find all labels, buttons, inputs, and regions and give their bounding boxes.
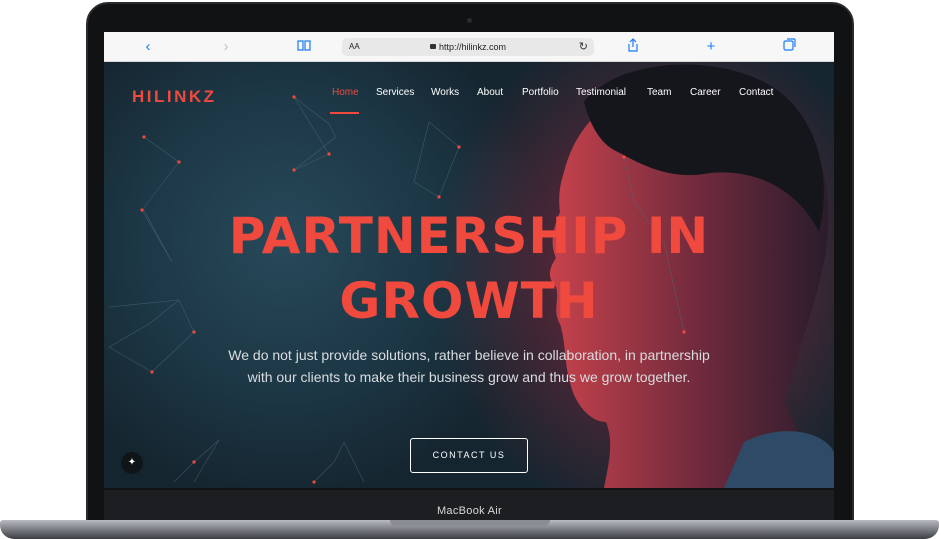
camera-icon (467, 18, 472, 23)
nav-works[interactable]: Works (431, 87, 459, 98)
hero-subtext: We do not just provide solutions, rather… (228, 347, 710, 385)
hero-headline-line2: GROWTH (339, 272, 599, 330)
browser-toolbar: ‹ › AA http://hilinkz.com ↻ + (104, 32, 834, 62)
accessibility-icon[interactable]: ✦ (121, 452, 143, 474)
active-nav-indicator (330, 112, 359, 114)
nav-services[interactable]: Services (376, 87, 414, 98)
nav-contact[interactable]: Contact (739, 87, 773, 98)
hero-section: HILINKZ Home Services Works About Portfo… (104, 62, 834, 488)
nav-portfolio[interactable]: Portfolio (522, 87, 559, 98)
plus-icon[interactable]: + (702, 38, 720, 56)
model-label: MacBook Air (436, 505, 503, 517)
laptop-notch (390, 520, 550, 526)
nav-testimonial[interactable]: Testimonial (576, 87, 626, 98)
back-icon[interactable]: ‹ (139, 38, 157, 56)
url-text: http://hilinkz.com (439, 42, 507, 52)
hero-headline-line1: PARTNERSHIP IN (228, 207, 710, 265)
nav-career[interactable]: Career (690, 87, 721, 98)
nav-team[interactable]: Team (647, 87, 671, 98)
contact-us-button[interactable]: CONTACT US (410, 438, 528, 473)
reload-icon[interactable]: ↻ (579, 40, 588, 53)
text-size-button[interactable]: AA (349, 42, 360, 51)
lock-icon (430, 44, 436, 49)
forward-icon[interactable]: › (217, 38, 235, 56)
address-bar[interactable]: AA http://hilinkz.com ↻ (342, 38, 594, 56)
site-logo[interactable]: HILINKZ (132, 87, 217, 107)
nav-about[interactable]: About (477, 87, 503, 98)
book-icon[interactable] (295, 38, 313, 56)
tabs-icon[interactable] (780, 38, 798, 56)
share-icon[interactable] (624, 38, 642, 56)
nav-home[interactable]: Home (332, 87, 359, 98)
screen: ‹ › AA http://hilinkz.com ↻ + HILINKZ Ho… (104, 32, 834, 488)
